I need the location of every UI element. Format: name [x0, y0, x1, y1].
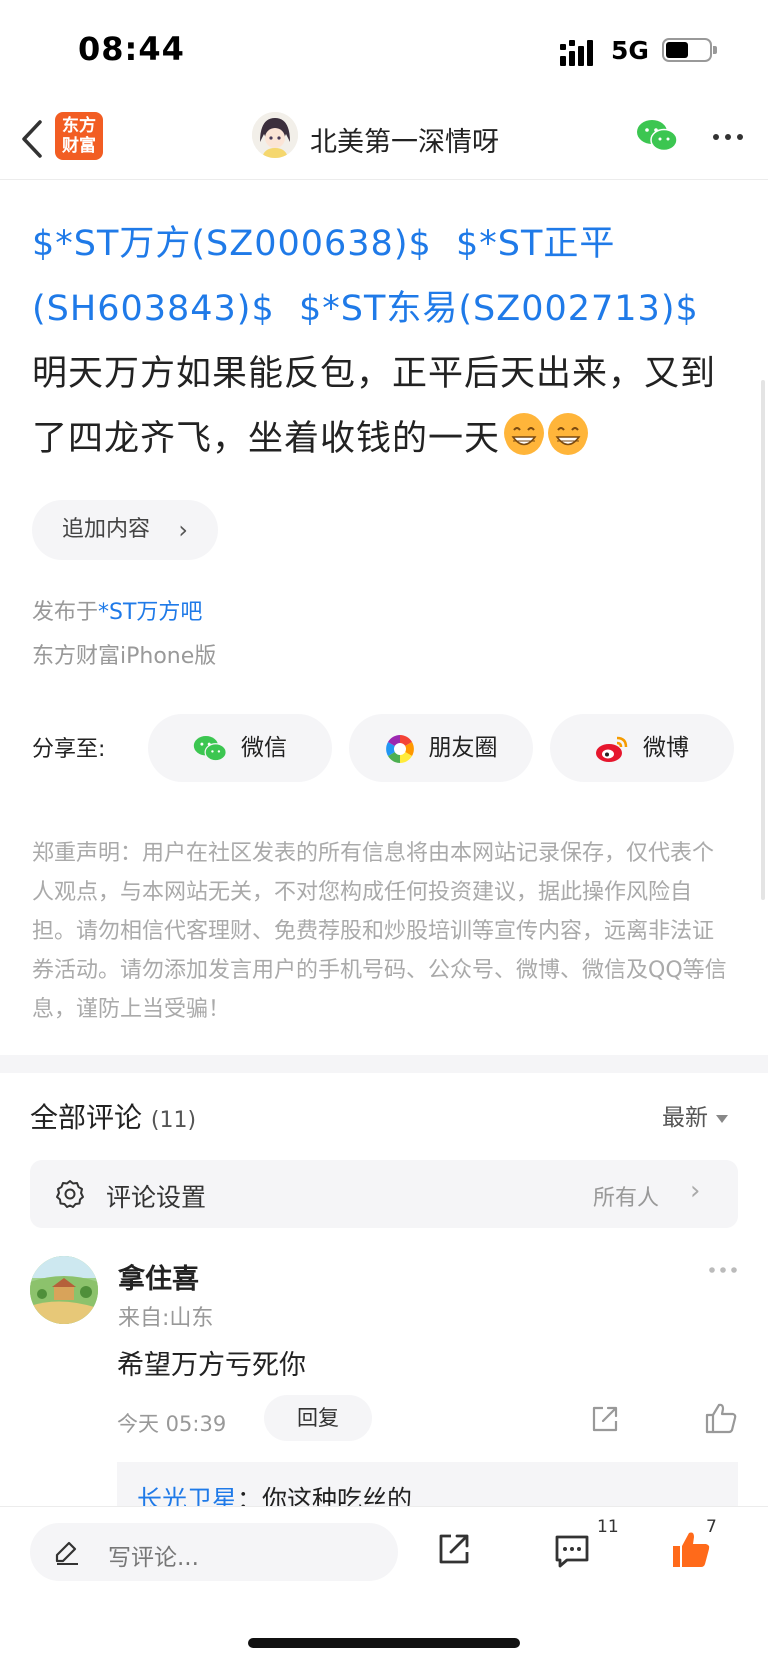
share-wechat-label: 微信: [241, 735, 287, 761]
posted-in: 发布于*ST万方吧: [32, 594, 202, 626]
more-icon[interactable]: [706, 1260, 740, 1280]
app-logo[interactable]: 东方 财富: [55, 112, 103, 160]
comment-text: 希望万方亏死你: [117, 1350, 306, 1381]
share-wechat-button[interactable]: 微信: [148, 714, 332, 782]
write-comment-placeholder: 写评论...: [108, 1545, 199, 1571]
logo-line1: 东方: [62, 116, 96, 136]
more-icon[interactable]: [708, 122, 748, 152]
share-label: 分享至:: [32, 737, 106, 762]
reply-user[interactable]: 长光卫星: [137, 1485, 237, 1506]
comment-settings-value: 所有人: [593, 1186, 660, 1211]
caret-down-icon: [716, 1114, 728, 1123]
section-divider: [0, 1055, 768, 1073]
bottom-bar: 写评论... 11 7: [0, 1506, 768, 1663]
commenter-avatar[interactable]: [30, 1256, 98, 1324]
posted-in-prefix: 发布于: [32, 600, 99, 625]
sort-label: 最新: [662, 1105, 708, 1131]
share-weibo-button[interactable]: 微博: [550, 714, 734, 782]
wechat-icon: [193, 735, 227, 761]
wechat-icon[interactable]: [636, 118, 678, 154]
comments-count: (11): [150, 1108, 197, 1133]
stock-bar-link[interactable]: *ST万方吧: [98, 600, 202, 625]
comment-count-badge: 11: [597, 1517, 619, 1537]
pen-icon: [55, 1541, 78, 1565]
sort-dropdown[interactable]: 最新: [662, 1098, 728, 1132]
gear-icon: [56, 1180, 84, 1208]
chevron-right-icon: ›: [690, 1176, 701, 1206]
post-content: $*ST万方(SZ000638)$ $*ST正平(SH603843)$ $*ST…: [32, 212, 742, 472]
post-text: 明天万方如果能反包，正平后天出来，又到了四龙齐飞，坐着收钱的一天: [32, 354, 717, 459]
disclaimer: 郑重声明：用户在社区发表的所有信息将由本网站记录保存，仅代表个人观点，与本网站无…: [32, 841, 727, 1022]
grin-emoji-icon: [548, 413, 589, 455]
home-indicator[interactable]: [248, 1638, 520, 1648]
battery-tip: [713, 46, 717, 54]
author-avatar[interactable]: [252, 112, 298, 158]
nav-bar: 东方 财富 北美第一深情呀: [0, 100, 768, 180]
grin-emoji-icon: [504, 413, 545, 455]
thumbs-up-icon[interactable]: [704, 1402, 738, 1434]
write-comment-input[interactable]: 写评论...: [30, 1523, 398, 1581]
scrollbar[interactable]: [761, 380, 765, 900]
share-moments-button[interactable]: 朋友圈: [349, 714, 533, 782]
share-moments-label: 朋友圈: [428, 735, 498, 761]
moments-icon: [385, 734, 414, 763]
chevron-right-icon: ›: [178, 516, 188, 544]
reply-preview-text: 长光卫星：你这种吃丝的: [137, 1480, 412, 1506]
signal-icon: [560, 40, 593, 66]
battery-icon: [662, 38, 712, 62]
comment-icon[interactable]: [553, 1533, 591, 1569]
comments-title-label: 全部评论: [30, 1101, 143, 1134]
weibo-icon: [596, 736, 628, 762]
stock-link-wanfang[interactable]: $*ST万方(SZ000638)$: [32, 224, 432, 264]
comment-settings-row[interactable]: 评论设置 所有人 ›: [30, 1160, 738, 1228]
stock-link-dongyi[interactable]: $*ST东易(SZ002713)$: [299, 289, 699, 329]
network-type: 5G: [611, 36, 649, 65]
status-bar: 08:44 5G: [0, 0, 768, 100]
share-icon[interactable]: [590, 1404, 620, 1434]
post-source: 东方财富iPhone版: [32, 644, 217, 669]
reply-preview[interactable]: 长光卫星：你这种吃丝的: [117, 1462, 738, 1506]
commenter-name[interactable]: 拿住喜: [118, 1257, 199, 1296]
like-count-badge: 7: [706, 1517, 717, 1537]
share-icon[interactable]: [436, 1531, 472, 1567]
back-button[interactable]: [14, 114, 54, 164]
status-time: 08:44: [78, 30, 185, 68]
logo-line2: 财富: [62, 136, 96, 156]
commenter-location: 来自:山东: [118, 1306, 214, 1331]
comment-settings-label: 评论设置: [106, 1183, 207, 1212]
comment-time: 今天 05:39: [117, 1412, 227, 1436]
add-content-label: 追加内容: [62, 517, 151, 542]
share-weibo-label: 微博: [643, 735, 689, 761]
reply-button[interactable]: 回复: [264, 1395, 372, 1441]
author-name[interactable]: 北美第一深情呀: [310, 120, 499, 159]
add-content-button[interactable]: 追加内容 ›: [32, 500, 218, 560]
comments-title: 全部评论 (11): [30, 1096, 196, 1136]
reply-content: ：你这种吃丝的: [237, 1485, 413, 1506]
